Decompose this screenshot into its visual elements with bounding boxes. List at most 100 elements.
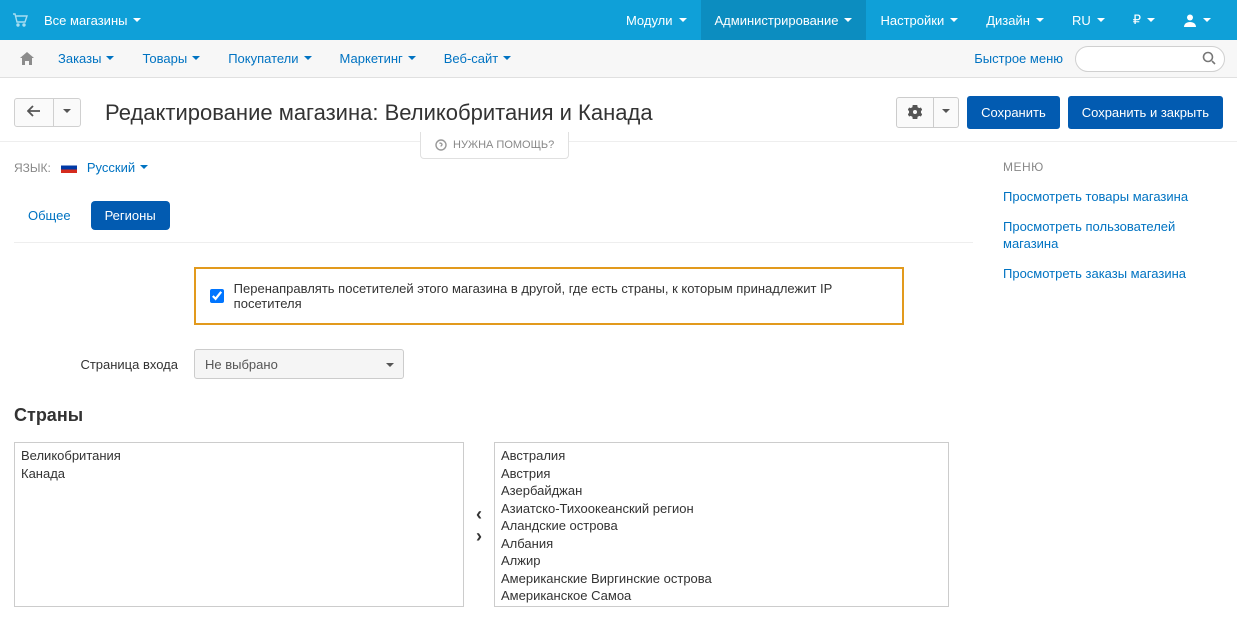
nav-left: Заказы Товары Покупатели Маркетинг Веб-с… bbox=[12, 47, 523, 70]
gear-button[interactable] bbox=[897, 98, 934, 127]
topbar-item-modules[interactable]: Модули bbox=[612, 0, 701, 40]
topbar-left: Все магазины bbox=[12, 9, 147, 32]
tabs: Общее Регионы bbox=[14, 201, 973, 243]
language-row: ЯЗЫК: Русский bbox=[14, 160, 973, 175]
language-label: ЯЗЫК: bbox=[14, 161, 51, 175]
topbar-right: Модули Администрирование Настройки Дизай… bbox=[612, 0, 1225, 40]
nav-item-website[interactable]: Веб-сайт bbox=[432, 47, 523, 70]
quick-menu-link[interactable]: Быстрое меню bbox=[974, 51, 1063, 66]
selected-countries-list[interactable]: Великобритания Канада bbox=[14, 442, 464, 607]
caret-down-icon bbox=[192, 56, 200, 64]
redirect-callout: Перенаправлять посетителей этого магазин… bbox=[194, 267, 904, 325]
caret-down-icon bbox=[844, 18, 852, 26]
available-countries-list[interactable]: Австралия Австрия Азербайджан Азиатско-Т… bbox=[494, 442, 949, 607]
topbar-item-label: ₽ bbox=[1133, 12, 1141, 28]
topbar-item-admin[interactable]: Администрирование bbox=[701, 0, 867, 40]
tab-general[interactable]: Общее bbox=[14, 201, 85, 230]
caret-down-icon bbox=[63, 109, 71, 117]
move-right-button[interactable]: › bbox=[476, 527, 482, 545]
caret-down-icon bbox=[1036, 18, 1044, 26]
list-item[interactable]: Азербайджан bbox=[501, 482, 942, 500]
back-button-group bbox=[14, 98, 81, 127]
topbar-item-design[interactable]: Дизайн bbox=[972, 0, 1058, 40]
nav-right: Быстрое меню bbox=[974, 46, 1225, 72]
topbar-item-label: Дизайн bbox=[986, 13, 1030, 28]
nav-item-orders[interactable]: Заказы bbox=[46, 47, 126, 70]
nav-item-label: Покупатели bbox=[228, 51, 298, 66]
topbar-item-user[interactable] bbox=[1169, 0, 1225, 40]
sidebar-link-products[interactable]: Просмотреть товары магазина bbox=[1003, 188, 1223, 206]
topbar-item-label: Настройки bbox=[880, 13, 944, 28]
nav-item-label: Веб-сайт bbox=[444, 51, 498, 66]
flag-ru-icon bbox=[61, 162, 77, 173]
entry-page-value: Не выбрано bbox=[205, 357, 278, 372]
back-dropdown[interactable] bbox=[54, 99, 80, 126]
topbar-item-label: Модули bbox=[626, 13, 673, 28]
caret-down-icon bbox=[304, 56, 312, 64]
tab-regions[interactable]: Регионы bbox=[91, 201, 170, 230]
entry-page-label: Страница входа bbox=[14, 357, 194, 372]
nav-item-products[interactable]: Товары bbox=[130, 47, 212, 70]
topbar-item-label: RU bbox=[1072, 13, 1091, 28]
caret-down-icon bbox=[140, 165, 148, 173]
mover-buttons: ‹ › bbox=[476, 505, 482, 545]
store-selector[interactable]: Все магазины bbox=[38, 9, 147, 32]
sidebar-title: МЕНЮ bbox=[1003, 160, 1223, 174]
sidebar-link-users[interactable]: Просмотреть пользователей магазина bbox=[1003, 218, 1223, 253]
caret-down-icon bbox=[1203, 18, 1211, 26]
sidebar: МЕНЮ Просмотреть товары магазина Просмот… bbox=[1003, 160, 1223, 607]
list-item[interactable]: Американские Виргинские острова bbox=[501, 570, 942, 588]
home-icon[interactable] bbox=[12, 48, 42, 69]
body: ЯЗЫК: Русский Общее Регионы Перенаправля… bbox=[0, 142, 1237, 627]
nav-item-customers[interactable]: Покупатели bbox=[216, 47, 323, 70]
save-close-button[interactable]: Сохранить и закрыть bbox=[1068, 96, 1223, 129]
nav-item-label: Маркетинг bbox=[340, 51, 403, 66]
entry-page-select[interactable]: Не выбрано bbox=[194, 349, 404, 379]
nav-item-marketing[interactable]: Маркетинг bbox=[328, 47, 428, 70]
topbar-item-settings[interactable]: Настройки bbox=[866, 0, 972, 40]
user-icon bbox=[1183, 13, 1197, 27]
save-button[interactable]: Сохранить bbox=[967, 96, 1060, 129]
caret-down-icon bbox=[408, 56, 416, 64]
help-label: НУЖНА ПОМОЩЬ? bbox=[453, 139, 554, 151]
navbar: Заказы Товары Покупатели Маркетинг Веб-с… bbox=[0, 40, 1237, 78]
caret-down-icon bbox=[942, 109, 950, 117]
countries-heading: Страны bbox=[14, 405, 973, 426]
topbar: Все магазины Модули Администрирование На… bbox=[0, 0, 1237, 40]
cart-icon bbox=[12, 13, 28, 27]
help-hint[interactable]: НУЖНА ПОМОЩЬ? bbox=[420, 132, 569, 159]
header-actions: Сохранить Сохранить и закрыть bbox=[896, 96, 1223, 129]
list-item[interactable]: Австрия bbox=[501, 465, 942, 483]
redirect-checkbox[interactable] bbox=[210, 289, 224, 303]
list-item[interactable]: Аландские острова bbox=[501, 517, 942, 535]
page-title: Редактирование магазина: Великобритания … bbox=[105, 100, 896, 126]
list-item[interactable]: Азиатско-Тихоокеанский регион bbox=[501, 500, 942, 518]
list-item[interactable]: Алжир bbox=[501, 552, 942, 570]
caret-down-icon bbox=[106, 56, 114, 64]
page-header: Редактирование магазина: Великобритания … bbox=[0, 78, 1237, 142]
caret-down-icon bbox=[133, 18, 141, 26]
list-item[interactable]: Австралия bbox=[501, 447, 942, 465]
help-icon bbox=[435, 139, 447, 151]
list-item[interactable]: Ангилья bbox=[501, 605, 942, 607]
search-wrap bbox=[1075, 46, 1225, 72]
gear-dropdown[interactable] bbox=[934, 98, 958, 127]
caret-down-icon bbox=[503, 56, 511, 64]
language-selector[interactable]: Русский bbox=[87, 160, 148, 175]
list-item[interactable]: Албания bbox=[501, 535, 942, 553]
language-value: Русский bbox=[87, 160, 135, 175]
topbar-item-language[interactable]: RU bbox=[1058, 0, 1119, 40]
search-icon[interactable] bbox=[1202, 51, 1216, 65]
topbar-item-currency[interactable]: ₽ bbox=[1119, 0, 1169, 40]
gear-button-group bbox=[896, 97, 959, 128]
store-selector-label: Все магазины bbox=[44, 13, 127, 28]
main-content: ЯЗЫК: Русский Общее Регионы Перенаправля… bbox=[14, 160, 973, 607]
list-item[interactable]: Американское Самоа bbox=[501, 587, 942, 605]
list-item[interactable]: Канада bbox=[21, 465, 457, 483]
move-left-button[interactable]: ‹ bbox=[476, 505, 482, 523]
caret-down-icon bbox=[1097, 18, 1105, 26]
nav-item-label: Заказы bbox=[58, 51, 101, 66]
back-button[interactable] bbox=[15, 99, 54, 126]
list-item[interactable]: Великобритания bbox=[21, 447, 457, 465]
sidebar-link-orders[interactable]: Просмотреть заказы магазина bbox=[1003, 265, 1223, 283]
